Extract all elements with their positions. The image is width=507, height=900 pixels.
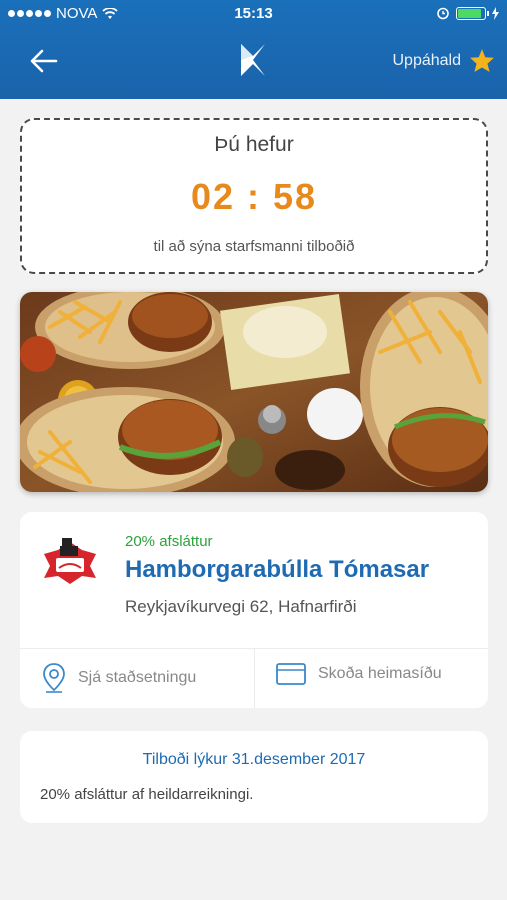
star-icon [470, 49, 494, 72]
restaurant-logo [44, 538, 96, 584]
battery-icon [456, 6, 489, 20]
offer-hero-image [20, 292, 488, 492]
venue-name: Hamborgarabúlla Tómasar [125, 556, 430, 583]
show-location-button[interactable]: Sjá staðsetningu [42, 662, 196, 694]
alarm-icon [437, 7, 449, 20]
charging-icon [492, 6, 499, 20]
countdown-box: Þú hefur 02 : 58 til að sýna starfsmanni… [20, 118, 488, 274]
location-pin-icon [43, 663, 65, 693]
favorite-label: Uppáhald [392, 51, 462, 69]
offer-end-date: Tilboði lýkur 31.desember 2017 [142, 751, 366, 768]
app-logo [241, 44, 265, 76]
status-bar: NOVA 15:13 [0, 0, 507, 28]
discount-label: 20% afsláttur [125, 533, 213, 550]
arrow-left-icon[interactable] [28, 46, 60, 76]
offer-card: Tilboði lýkur 31.desember 2017 20% afslá… [20, 731, 488, 823]
status-right [436, 6, 499, 20]
clock: 15:13 [234, 5, 273, 22]
show-location-label: Sjá staðsetningu [78, 669, 197, 686]
offer-description: 20% afsláttur af heildarreikningi. [40, 786, 254, 803]
favorite-button[interactable]: Uppáhald [393, 48, 496, 73]
app-header: NOVA 15:13 Uppáhald [0, 0, 507, 99]
visit-website-button[interactable]: Skoða heimasíðu [276, 662, 442, 686]
visit-website-label: Skoða heimasíðu [318, 665, 442, 682]
countdown-value: 02 : 58 [190, 176, 318, 217]
countdown-subtitle: til að sýna starfsmanni tilboðið [153, 238, 355, 255]
browser-window-icon [276, 663, 306, 685]
divider [254, 649, 255, 708]
countdown-title: Þú hefur [214, 133, 294, 156]
venue-address: Reykjavíkurvegi 62, Hafnarfirði [125, 597, 357, 616]
venue-card: 20% afsláttur Hamborgarabúlla Tómasar Re… [20, 512, 488, 708]
